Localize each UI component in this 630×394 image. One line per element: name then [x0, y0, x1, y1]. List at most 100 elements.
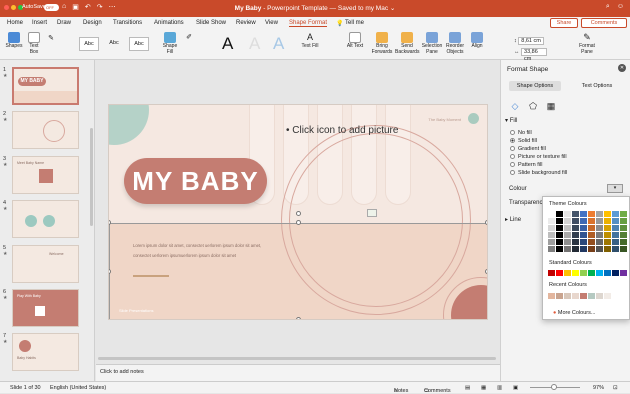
colour-swatch[interactable]: [572, 225, 579, 231]
tint-row[interactable]: [548, 246, 627, 252]
colour-swatch[interactable]: [564, 218, 571, 224]
colour-swatch[interactable]: [564, 232, 571, 238]
colour-swatch[interactable]: [596, 239, 603, 245]
colour-swatch[interactable]: [620, 239, 627, 245]
text-box-button[interactable]: Text Box: [26, 32, 42, 55]
tab-view[interactable]: View: [265, 20, 278, 26]
shape-style-2[interactable]: Abc: [104, 37, 124, 51]
colour-swatch[interactable]: [620, 211, 627, 217]
colour-swatch[interactable]: [596, 246, 603, 252]
resize-handle[interactable]: [485, 269, 487, 274]
colour-swatch[interactable]: [596, 218, 603, 224]
colour-swatch[interactable]: [612, 239, 619, 245]
colour-swatch[interactable]: [572, 246, 579, 252]
colour-swatch[interactable]: [548, 225, 555, 231]
colour-swatch[interactable]: [580, 211, 587, 217]
notes-placeholder[interactable]: Click to add notes: [100, 369, 144, 375]
colour-swatch[interactable]: [588, 218, 595, 224]
slide-thumbnails[interactable]: 1 ★ MY BABY 2 ★ 3 ★ Meet Baby Name 4 ★ 5…: [0, 60, 95, 381]
tint-row[interactable]: [548, 225, 627, 231]
colour-swatch[interactable]: [620, 246, 627, 252]
colour-swatch[interactable]: [548, 211, 555, 217]
colour-swatch[interactable]: [612, 225, 619, 231]
shape-style-1[interactable]: Abc: [79, 37, 99, 51]
slide[interactable]: • Click icon to add picture MY BABY Lore…: [108, 104, 488, 320]
fill-option-pattern[interactable]: Pattern fill: [510, 162, 542, 168]
standard-colour-row[interactable]: [548, 270, 627, 276]
colour-swatch[interactable]: [580, 232, 587, 238]
colour-swatch[interactable]: [588, 232, 595, 238]
colour-swatch[interactable]: [572, 232, 579, 238]
notes-area[interactable]: Click to add notes: [96, 364, 500, 381]
slideshow-icon[interactable]: ▣: [513, 385, 518, 391]
tab-animations[interactable]: Animations: [154, 20, 184, 26]
colour-swatch[interactable]: [572, 293, 579, 299]
colour-swatch[interactable]: [620, 225, 627, 231]
more-colours-button[interactable]: ● More Colours...: [553, 310, 595, 316]
resize-handle[interactable]: [296, 317, 301, 319]
colour-swatch[interactable]: [548, 270, 555, 276]
colour-swatch[interactable]: [556, 232, 563, 238]
thumbnail-slide-3[interactable]: Meet Baby Name: [12, 156, 79, 194]
tint-row[interactable]: [548, 232, 627, 238]
colour-swatch[interactable]: [612, 218, 619, 224]
colour-swatch[interactable]: [588, 293, 595, 299]
thumbnail-slide-7[interactable]: Baby Habits: [12, 333, 79, 371]
thumbnail-slide-6[interactable]: Play With Baby: [12, 289, 79, 327]
colour-swatch[interactable]: [580, 293, 587, 299]
colour-swatch[interactable]: [564, 239, 571, 245]
colour-swatch[interactable]: [620, 232, 627, 238]
tab-draw[interactable]: Draw: [57, 20, 71, 26]
colour-swatch[interactable]: [556, 239, 563, 245]
colour-swatch[interactable]: [604, 232, 611, 238]
resize-handle[interactable]: [296, 220, 301, 225]
resize-handle[interactable]: [485, 220, 487, 225]
fill-option-picture[interactable]: Picture or texture fill: [510, 154, 567, 160]
shape-fill-button[interactable]: Shape Fill: [160, 32, 180, 55]
edit-shape-icon[interactable]: ✎: [44, 35, 58, 41]
wordart-style-2[interactable]: A: [249, 34, 260, 54]
shapes-button[interactable]: Shapes: [4, 32, 24, 50]
text-fill-button[interactable]: A Text Fill: [300, 32, 320, 50]
language-indicator[interactable]: English (United States): [50, 385, 106, 391]
tab-transitions[interactable]: Transitions: [113, 20, 142, 26]
shape-style-3[interactable]: Abc: [129, 37, 149, 51]
colour-swatch[interactable]: [548, 293, 555, 299]
comments-button[interactable]: Comments: [581, 18, 627, 28]
insert-picture-icon[interactable]: [367, 209, 377, 217]
colour-swatch[interactable]: [588, 270, 595, 276]
tab-insert[interactable]: Insert: [32, 20, 47, 26]
thumbnail-slide-4[interactable]: [12, 200, 79, 238]
normal-view-icon[interactable]: ▤: [465, 385, 470, 391]
colour-swatch[interactable]: [564, 270, 571, 276]
colour-swatch[interactable]: [604, 293, 611, 299]
slide-body-text[interactable]: Lorem ipsum dolor sit amet, consectet ue…: [133, 241, 263, 260]
wordart-style-3[interactable]: A: [273, 34, 284, 54]
colour-swatch[interactable]: [596, 232, 603, 238]
colour-swatch[interactable]: [580, 270, 587, 276]
fill-section-header[interactable]: ▾ Fill: [505, 117, 517, 124]
selection-pane-button[interactable]: Selection Pane: [421, 32, 443, 55]
reading-view-icon[interactable]: ▥: [497, 385, 502, 391]
colour-swatch[interactable]: [548, 218, 555, 224]
tint-row[interactable]: [548, 218, 627, 224]
colour-swatch[interactable]: [604, 239, 611, 245]
account-icon[interactable]: ☺: [617, 3, 624, 11]
colour-swatch[interactable]: [596, 211, 603, 217]
colour-swatch[interactable]: [620, 270, 627, 276]
colour-swatch[interactable]: [612, 232, 619, 238]
fit-to-window-icon[interactable]: ⊡: [613, 385, 618, 391]
height-value[interactable]: 8,61 cm: [518, 37, 545, 45]
colour-swatch[interactable]: [556, 293, 563, 299]
colour-swatch[interactable]: [572, 270, 579, 276]
zoom-slider-thumb[interactable]: [551, 384, 557, 390]
reorder-objects-button[interactable]: Reorder Objects: [445, 32, 465, 55]
slide-title[interactable]: MY BABY: [124, 158, 267, 204]
width-value[interactable]: 33,86 cm: [521, 48, 548, 62]
recent-colour-row[interactable]: [548, 293, 611, 299]
colour-swatch[interactable]: [580, 246, 587, 252]
colour-swatch[interactable]: [604, 246, 611, 252]
colour-swatch[interactable]: [588, 225, 595, 231]
colour-picker-button[interactable]: ▾: [607, 184, 623, 193]
fill-option-solid[interactable]: Solid fill: [510, 138, 537, 144]
